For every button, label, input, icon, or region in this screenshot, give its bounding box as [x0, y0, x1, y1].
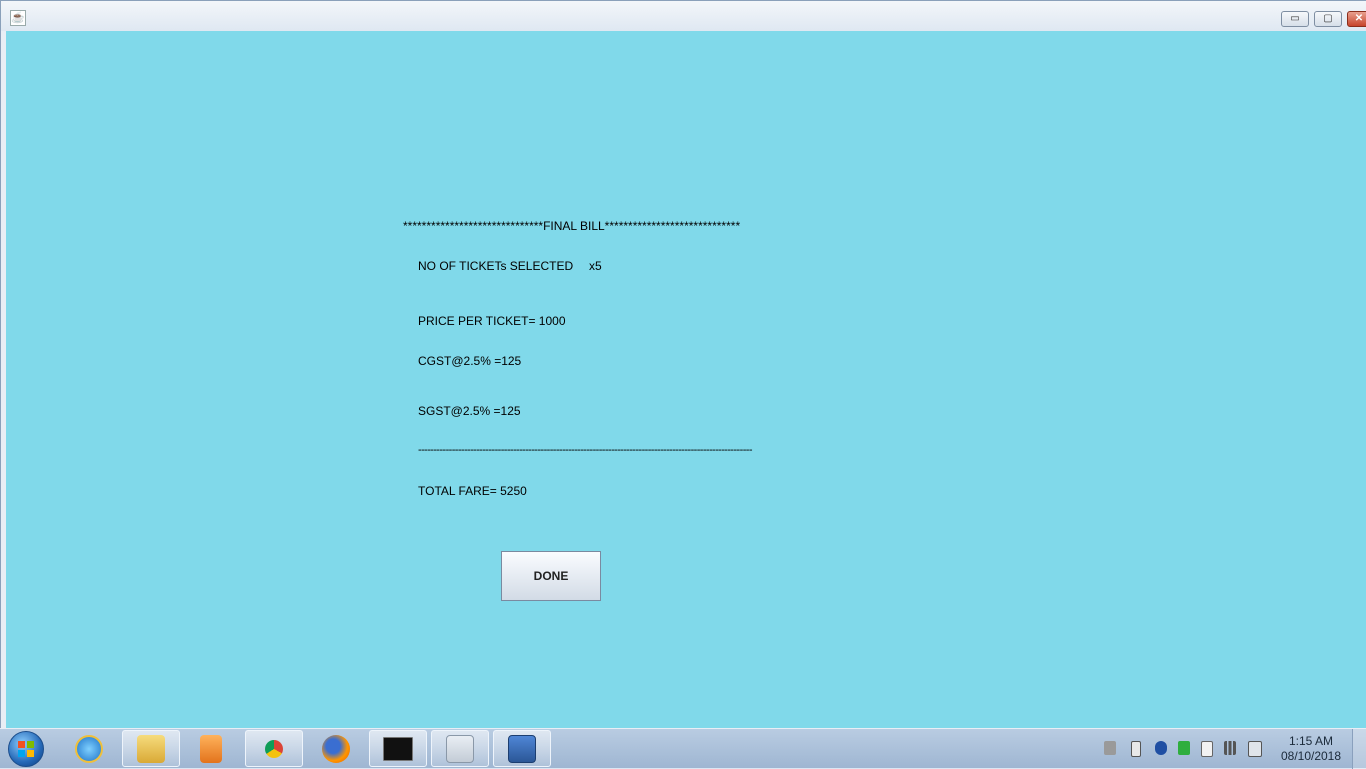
media-player-icon	[200, 734, 222, 763]
taskbar-internet-explorer[interactable]	[60, 730, 118, 767]
clock-time: 1:15 AM	[1288, 734, 1334, 748]
done-button[interactable]: DONE	[501, 551, 601, 601]
quick-heal-icon[interactable]	[1178, 741, 1190, 755]
bill-panel: ******************************FINAL BILL…	[6, 31, 1366, 729]
taskbar-chrome[interactable]	[245, 730, 303, 767]
taskbar-clock[interactable]: 1:15 AM 08/10/2018	[1276, 734, 1346, 764]
taskbar-command-prompt[interactable]	[369, 730, 427, 767]
minimize-button[interactable]: ▭	[1281, 11, 1309, 27]
word-icon	[508, 734, 536, 763]
file-explorer-icon	[137, 734, 165, 763]
cgst-line: CGST@2.5% =125	[418, 354, 522, 368]
taskbar: 1:15 AM 08/10/2018	[0, 728, 1366, 769]
battery-icon[interactable]	[1131, 741, 1141, 757]
internet-explorer-icon	[75, 734, 103, 763]
windows-logo-yellow	[27, 750, 34, 757]
bluetooth-icon[interactable]	[1155, 741, 1167, 755]
firefox-icon	[322, 734, 350, 763]
price-per-ticket: PRICE PER TICKET= 1000	[418, 314, 566, 328]
command-prompt-icon	[383, 736, 413, 761]
network-error-icon[interactable]	[1104, 741, 1116, 755]
tickets-selected-label: NO OF TICKETs SELECTED	[418, 259, 574, 273]
java-app-icon[interactable]: ☕	[10, 10, 26, 26]
taskbar-java[interactable]	[431, 730, 489, 767]
start-button[interactable]	[8, 731, 44, 767]
taskbar-file-explorer[interactable]	[122, 730, 180, 767]
taskbar-media-player[interactable]	[182, 730, 240, 767]
sgst-line: SGST@2.5% =125	[418, 404, 521, 418]
windows-logo-blue	[18, 750, 25, 757]
chrome-icon	[260, 735, 288, 763]
total-fare: TOTAL FARE= 5250	[418, 484, 527, 498]
volume-icon[interactable]	[1248, 741, 1262, 757]
taskbar-firefox[interactable]	[307, 730, 365, 767]
taskbar-word[interactable]	[493, 730, 551, 767]
clock-date: 08/10/2018	[1280, 749, 1342, 763]
signal-strength-icon[interactable]	[1224, 741, 1236, 755]
show-desktop-button[interactable]	[1352, 729, 1366, 769]
app-window: ☕ ▭ ▢ ✕ ******************************FI…	[0, 0, 1366, 729]
tickets-selected-value: x5	[589, 259, 602, 273]
bill-separator: ----------------------------------------…	[418, 444, 752, 456]
action-center-flag-icon[interactable]	[1201, 741, 1213, 757]
title-bar[interactable]: ☕ ▭ ▢ ✕	[1, 1, 1366, 31]
windows-logo-green	[27, 741, 34, 748]
java-icon	[446, 734, 474, 763]
windows-logo-red	[18, 741, 25, 748]
bill-header: ******************************FINAL BILL…	[403, 219, 741, 233]
close-button[interactable]: ✕	[1347, 11, 1366, 27]
maximize-button[interactable]: ▢	[1314, 11, 1342, 27]
